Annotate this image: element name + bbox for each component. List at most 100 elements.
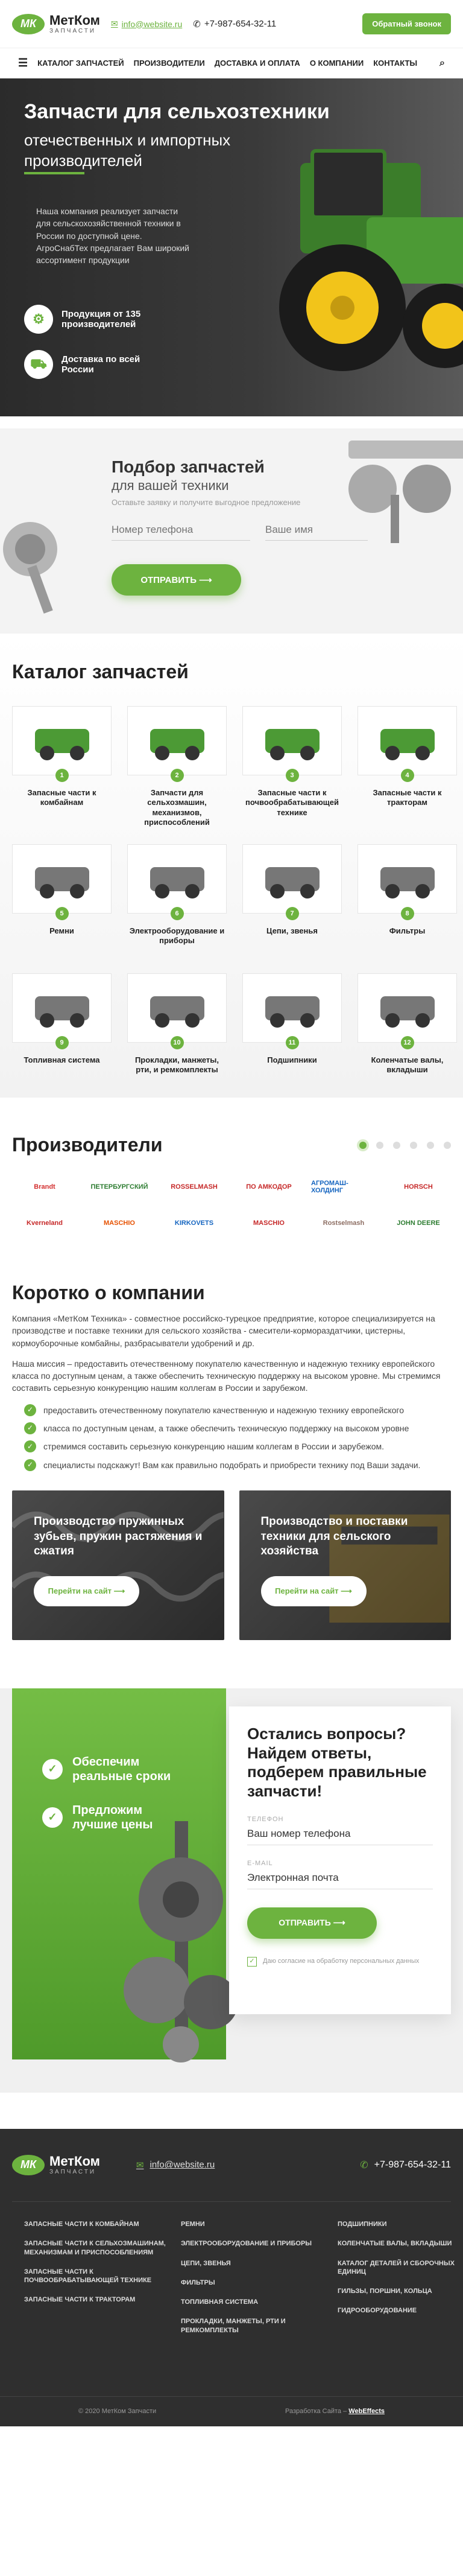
catalog-label[interactable]: Запасные части к тракторам <box>357 788 457 818</box>
fuel-image[interactable] <box>12 973 112 1043</box>
cog-icon: ⚙ <box>24 305 53 334</box>
footer-link[interactable]: ПРОКЛАДКИ, МАНЖЕТЫ, РТИ И РЕМКОМПЛЕКТЫ <box>181 2317 332 2335</box>
tractor-image[interactable] <box>357 706 457 775</box>
phone-field[interactable]: Ваш номер телефона <box>247 1823 433 1845</box>
brand-logo[interactable]: KIRKOVETS <box>162 1213 227 1233</box>
belt-image[interactable] <box>12 844 112 914</box>
catalog-card[interactable]: 10 Прокладки, манжеты, рти, и ремкомплект… <box>127 973 227 1086</box>
brand-logo[interactable]: JOHN DEERE <box>386 1213 451 1233</box>
brand-logo[interactable]: ПЕТЕРБУРГСКИЙ <box>87 1177 152 1197</box>
brand-logo[interactable]: Brandt <box>12 1177 77 1197</box>
header-email-link[interactable]: ✉ info@website.ru <box>111 19 182 29</box>
slider-dot[interactable] <box>444 1141 451 1149</box>
email-field[interactable]: Электронная почта <box>247 1867 433 1889</box>
promo-machinery: Производство и поставки техники для сель… <box>239 1490 451 1640</box>
footer-link[interactable]: ЭЛЕКТРООБОРУДОВАНИЕ И ПРИБОРЫ <box>181 2239 332 2248</box>
hero-subtitle: отечественных и импортных производителей <box>24 131 231 170</box>
catalog-label[interactable]: Ремни <box>49 926 74 956</box>
go-to-site-button[interactable]: Перейти на сайт ⟶ <box>34 1576 139 1606</box>
brand-logo[interactable]: ROSSELMASH <box>162 1177 227 1197</box>
footer-link[interactable]: ЗАПАСНЫЕ ЧАСТИ К КОМБАЙНАМ <box>24 2220 175 2228</box>
catalog-label[interactable]: Запасные части к почвообрабатывающей тех… <box>242 788 342 818</box>
catalog-card[interactable]: 7 Цепи, звенья <box>242 844 342 956</box>
developer-link[interactable]: WebEffects <box>348 2408 385 2415</box>
slider-dot[interactable] <box>393 1141 400 1149</box>
slider-dot[interactable] <box>410 1141 417 1149</box>
catalog-label[interactable]: Запасные части к комбайнам <box>12 788 112 818</box>
catalog-card[interactable]: 2 Запчасти для сельхозмашин, механизмов, … <box>127 706 227 827</box>
search-icon[interactable]: ⌕ <box>439 58 445 69</box>
catalog-label[interactable]: Прокладки, манжеты, рти, и ремкомплекты <box>127 1055 227 1086</box>
tractor-image <box>279 149 463 371</box>
catalog-card[interactable]: 12 Коленчатые валы, вкладыши <box>357 973 457 1086</box>
catalog-card[interactable]: 1 Запасные части к комбайнам <box>12 706 112 827</box>
nav-item-about[interactable]: О КОМПАНИИ <box>310 59 364 68</box>
footer-link[interactable]: ФИЛЬТРЫ <box>181 2279 332 2287</box>
brand-logo[interactable]: MASCHIO <box>87 1213 152 1233</box>
brand-logo[interactable]: MASCHIO <box>236 1213 301 1233</box>
catalog-card[interactable]: 9 Топливная система <box>12 973 112 1086</box>
catalog-label[interactable]: Фильтры <box>389 926 426 956</box>
footer-link[interactable]: КАТАЛОГ ДЕТАЛЕЙ И СБОРОЧНЫХ ЕДИНИЦ <box>338 2259 463 2277</box>
brand-logo[interactable]: Kverneland <box>12 1213 77 1233</box>
footer-link[interactable]: ГИДРООБОРУДОВАНИЕ <box>338 2306 463 2315</box>
brand-logo[interactable]: ПО АМКОДОР <box>236 1177 301 1197</box>
catalog-card[interactable]: 6 Электрооборудование и приборы <box>127 844 227 956</box>
chain-image[interactable] <box>242 844 342 914</box>
footer-link[interactable]: КОЛЕНЧАТЫЕ ВАЛЫ, ВКЛАДЫШИ <box>338 2239 463 2248</box>
catalog-label[interactable]: Подшипники <box>267 1055 317 1086</box>
go-to-site-button[interactable]: Перейти на сайт ⟶ <box>260 1576 367 1606</box>
footer-link[interactable]: ГИЛЬЗЫ, ПОРШНИ, КОЛЬЦА <box>338 2287 463 2295</box>
footer-link[interactable]: ЦЕПИ, ЗВЕНЬЯ <box>181 2259 332 2268</box>
menu-icon[interactable]: ☰ <box>18 57 28 69</box>
slider-dot[interactable] <box>376 1141 383 1149</box>
catalog-card[interactable]: 5 Ремни <box>12 844 112 956</box>
catalog-card[interactable]: 11 Подшипники <box>242 973 342 1086</box>
submit-question-button[interactable]: ОТПРАВИТЬ ⟶ <box>247 1907 377 1939</box>
brand-logo[interactable]: Rostselmash <box>311 1213 376 1233</box>
crankshaft-image[interactable] <box>357 973 457 1043</box>
catalog-card[interactable]: 8 Фильтры <box>357 844 457 956</box>
footer-email-link[interactable]: ✉ info@website.ru <box>136 2160 215 2171</box>
footer-logo[interactable]: МК МетКом ЗАПЧАСТИ <box>12 2154 100 2175</box>
footer-phone[interactable]: ✆ +7-987-654-32-11 <box>360 2159 451 2171</box>
checkbox-checked-icon[interactable]: ✓ <box>247 1956 257 1967</box>
logo[interactable]: МК МетКом ЗАПЧАСТИ <box>12 13 100 34</box>
nav-item-delivery[interactable]: ДОСТАВКА И ОПЛАТА <box>215 59 300 68</box>
slider-dot[interactable] <box>427 1141 434 1149</box>
catalog-card[interactable]: 4 Запасные части к тракторам <box>357 706 457 827</box>
catalog-label[interactable]: Коленчатые валы, вкладыши <box>357 1055 457 1086</box>
nav-item-manufacturers[interactable]: ПРОИЗВОДИТЕЛИ <box>134 59 205 68</box>
phone-input[interactable] <box>112 519 250 541</box>
slider-dot[interactable] <box>359 1141 367 1149</box>
bearing-image[interactable] <box>242 973 342 1043</box>
about-paragraph: Компания «МетКом Техника» - совместное р… <box>12 1314 435 1348</box>
plough-image[interactable] <box>242 706 342 775</box>
consent-checkbox[interactable]: ✓ Даю согласие на обработку персональных… <box>247 1956 433 1967</box>
header-phone[interactable]: ✆ +7-987-654-32-11 <box>193 19 276 30</box>
brand-logo[interactable]: HORSCH <box>386 1177 451 1197</box>
footer-link[interactable]: РЕМНИ <box>181 2220 332 2228</box>
catalog-label[interactable]: Запчасти для сельхозмашин, механизмов, п… <box>127 788 227 827</box>
brand-logo[interactable]: АГРОМАШ-ХОЛДИНГ <box>311 1177 376 1197</box>
parts-image[interactable] <box>127 706 227 775</box>
electric-image[interactable] <box>127 844 227 914</box>
footer-link[interactable]: ЗАПАСНЫЕ ЧАСТИ К ПОЧВООБРАБАТЫВАЮЩЕЙ ТЕХ… <box>24 2268 175 2285</box>
catalog-label[interactable]: Топливная система <box>24 1055 100 1086</box>
catalog-label[interactable]: Электрооборудование и приборы <box>127 926 227 956</box>
catalog-label[interactable]: Цепи, звенья <box>266 926 318 956</box>
hero-banner: Запчасти для сельхозтехники отечественны… <box>0 78 463 416</box>
footer-link[interactable]: ТОПЛИВНАЯ СИСТЕМА <box>181 2298 332 2306</box>
gasket-image[interactable] <box>127 973 227 1043</box>
nav-item-contacts[interactable]: КОНТАКТЫ <box>373 59 417 68</box>
combine-image[interactable] <box>12 706 112 775</box>
footer-link[interactable]: ЗАПАСНЫЕ ЧАСТИ К ТРАКТОРАМ <box>24 2295 175 2304</box>
footer-link[interactable]: ЗАПАСНЫЕ ЧАСТИ К СЕЛЬХОЗМАШИНАМ, МЕХАНИЗ… <box>24 2239 175 2257</box>
footer-link[interactable]: ПОДШИПНИКИ <box>338 2220 463 2228</box>
callback-button[interactable]: Обратный звонок <box>362 13 451 34</box>
send-request-button[interactable]: ОТПРАВИТЬ ⟶ <box>112 564 241 596</box>
filter-image[interactable] <box>357 844 457 914</box>
name-input[interactable] <box>265 519 368 541</box>
catalog-card[interactable]: 3 Запасные части к почвообрабатывающей те… <box>242 706 342 827</box>
nav-item-catalog[interactable]: КАТАЛОГ ЗАПЧАСТЕЙ <box>37 59 124 68</box>
